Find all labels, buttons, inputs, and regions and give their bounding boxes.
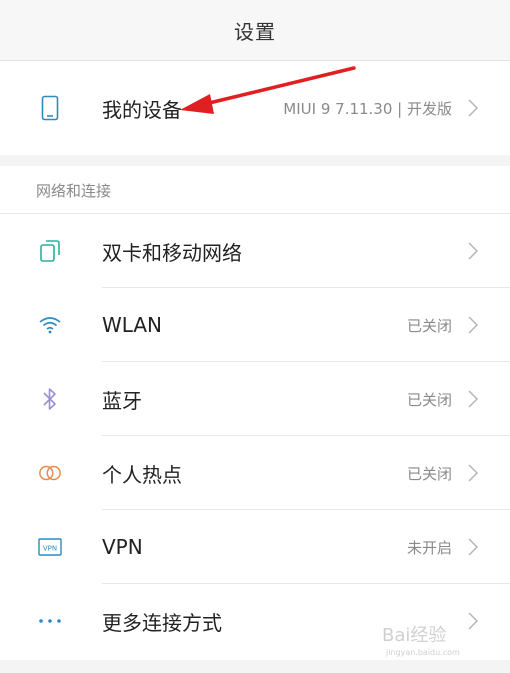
my-device-label: 我的设备 — [102, 97, 182, 122]
network-section-header: 网络和连接 — [0, 166, 510, 214]
chevron-right-icon — [466, 537, 480, 557]
vpn-icon: VPN — [38, 535, 62, 559]
chevron-right-icon — [466, 463, 480, 483]
hotspot-status: 已关闭 — [406, 464, 452, 483]
device-card: 我的设备 MIUI 9 7.11.30 | 开发版 — [0, 61, 510, 155]
my-device-row[interactable]: 我的设备 MIUI 9 7.11.30 | 开发版 — [0, 61, 510, 155]
vpn-row[interactable]: VPN VPN 未开启 — [0, 510, 510, 584]
chevron-right-icon — [466, 315, 480, 335]
wifi-icon — [38, 313, 62, 337]
hotspot-label: 个人热点 — [102, 462, 182, 487]
chevron-right-icon — [466, 241, 480, 261]
vpn-label: VPN — [102, 535, 143, 559]
title-bar: 设置 — [0, 0, 510, 61]
baidu-watermark: Bai经验 jingyan.baidu.com — [380, 619, 490, 659]
bluetooth-status: 已关闭 — [406, 390, 452, 409]
wlan-row[interactable]: WLAN 已关闭 — [0, 288, 510, 362]
dual-sim-row[interactable]: 双卡和移动网络 — [0, 214, 510, 288]
wlan-label: WLAN — [102, 313, 163, 337]
phone-icon — [38, 95, 62, 121]
vpn-status: 未开启 — [406, 538, 452, 557]
watermark-text: Bai经验 — [382, 625, 446, 646]
chevron-right-icon — [466, 389, 480, 409]
hotspot-icon — [38, 461, 62, 485]
network-list: 双卡和移动网络 WLAN 已关闭 蓝牙 已关闭 个人热点 已关闭 VPN VPN… — [0, 214, 510, 660]
settings-screen: 设置 我的设备 MIUI 9 7.11.30 | 开发版 网络和连接 双卡和移动… — [0, 0, 510, 673]
hotspot-row[interactable]: 个人热点 已关闭 — [0, 436, 510, 510]
network-section-title: 网络和连接 — [36, 182, 112, 200]
bluetooth-icon — [38, 387, 62, 411]
watermark-sub: jingyan.baidu.com — [385, 648, 460, 657]
dual-sim-icon — [38, 239, 62, 263]
more-dots-icon — [38, 609, 62, 633]
watermark-logo: Bai经验 jingyan.baidu.com — [382, 625, 460, 657]
wlan-status: 已关闭 — [406, 316, 452, 335]
svg-text:VPN: VPN — [43, 545, 57, 553]
device-version: MIUI 9 7.11.30 | 开发版 — [283, 99, 452, 118]
bluetooth-label: 蓝牙 — [102, 388, 142, 413]
page-title: 设置 — [234, 19, 276, 44]
bluetooth-row[interactable]: 蓝牙 已关闭 — [0, 362, 510, 436]
more-connections-label: 更多连接方式 — [102, 610, 222, 635]
chevron-right-icon — [466, 98, 480, 118]
dual-sim-label: 双卡和移动网络 — [102, 240, 242, 265]
